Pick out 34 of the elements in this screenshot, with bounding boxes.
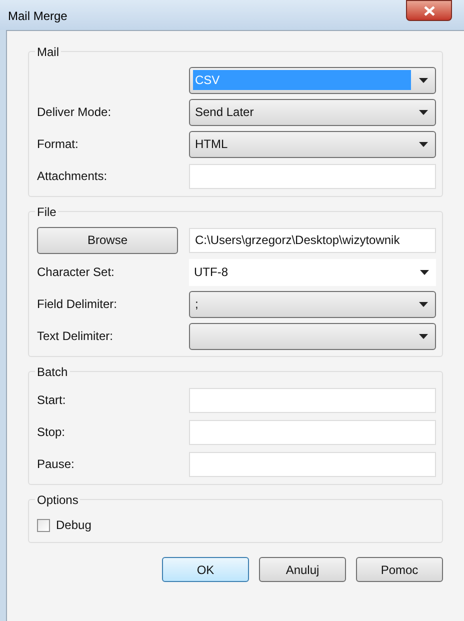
field-label: Field Delimiter:	[37, 296, 118, 313]
field-label: Pause:	[37, 456, 74, 473]
caret-icon	[419, 78, 428, 82]
checkbox-label: Debug	[56, 517, 92, 534]
dropdown[interactable]	[189, 322, 436, 350]
text-field[interactable]	[189, 420, 436, 444]
dialog-button[interactable]: Pomoc	[356, 557, 443, 582]
browse-button[interactable]: Browse	[37, 226, 178, 254]
dropdown[interactable]: HTML	[189, 130, 436, 158]
field-label: Attachments:	[37, 168, 108, 185]
close-icon	[424, 6, 434, 16]
text-field[interactable]	[189, 388, 436, 412]
dialog-button[interactable]: OK	[162, 557, 249, 582]
text-field[interactable]	[189, 164, 436, 188]
field-label: Start:	[37, 392, 66, 409]
dropdown[interactable]: ;	[189, 290, 436, 318]
caret-icon	[419, 302, 428, 306]
dialog-button[interactable]: Anuluj	[259, 557, 346, 582]
window-title: Mail Merge	[8, 8, 68, 25]
text-field[interactable]	[189, 452, 436, 476]
field-label: Deliver Mode:	[37, 104, 112, 121]
caret-icon	[419, 142, 428, 146]
combo-box[interactable]: UTF-8	[189, 258, 436, 286]
caret-icon	[419, 110, 428, 114]
checkbox[interactable]	[37, 518, 50, 532]
text-field[interactable]: C:\Users\grzegorz\Desktop\wizytownik	[189, 228, 436, 252]
close-button[interactable]	[406, 0, 452, 21]
field-label: Format:	[37, 136, 78, 153]
field-label: Text Delimiter:	[37, 328, 114, 345]
field-label: Stop:	[37, 424, 66, 441]
caret-icon	[419, 334, 428, 338]
caret-icon	[420, 270, 429, 274]
dropdown[interactable]: Send Later	[189, 98, 436, 126]
field-label: Character Set:	[37, 264, 114, 281]
